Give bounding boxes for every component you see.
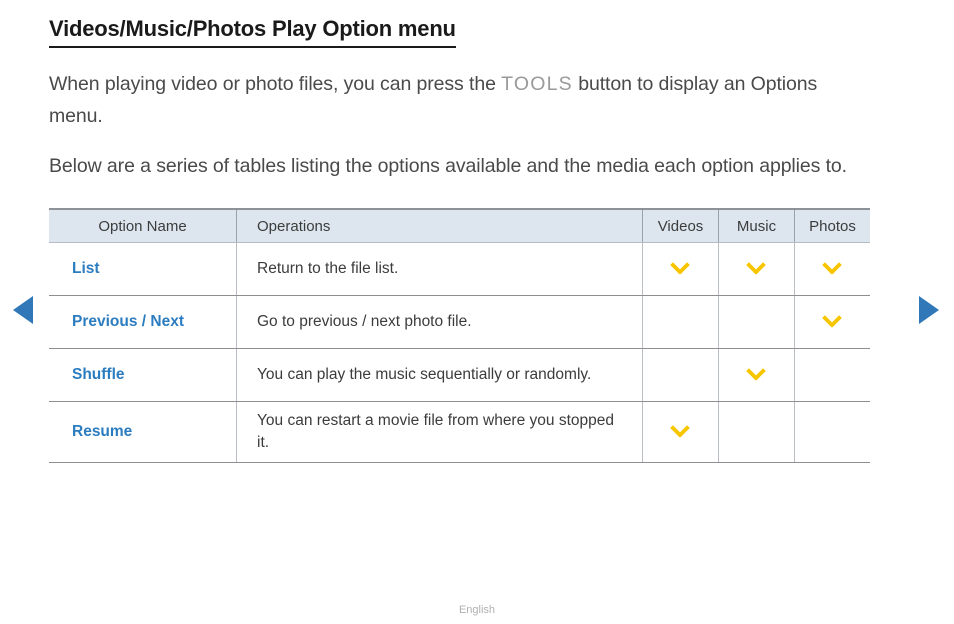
column-header-option-name: Option Name bbox=[49, 208, 237, 243]
no-support-placeholder bbox=[823, 363, 843, 383]
photos-support-cell bbox=[794, 295, 870, 349]
operation-description: Return to the file list. bbox=[236, 242, 643, 296]
music-support-cell bbox=[718, 401, 795, 463]
photos-support-cell bbox=[794, 242, 870, 296]
operation-description: You can restart a movie file from where … bbox=[236, 401, 643, 463]
option-name-resume: Resume bbox=[49, 401, 237, 463]
tables-description-paragraph: Below are a series of tables listing the… bbox=[49, 155, 847, 177]
music-support-cell bbox=[718, 348, 795, 402]
page-title: Videos/Music/Photos Play Option menu bbox=[49, 0, 456, 48]
no-support-placeholder bbox=[671, 310, 691, 330]
videos-support-cell bbox=[642, 295, 719, 349]
photos-support-cell bbox=[794, 401, 870, 463]
table-body: List Return to the file list. Previous /… bbox=[49, 242, 870, 463]
option-name-list: List bbox=[49, 242, 237, 296]
table-row: Resume You can restart a movie file from… bbox=[49, 401, 870, 463]
previous-page-arrow-icon[interactable] bbox=[13, 296, 33, 324]
column-header-music: Music bbox=[718, 208, 795, 243]
operation-description: You can play the music sequentially or r… bbox=[236, 348, 643, 402]
check-chevron-icon bbox=[747, 257, 767, 277]
option-name-shuffle: Shuffle bbox=[49, 348, 237, 402]
photos-support-cell bbox=[794, 348, 870, 402]
table-row: Shuffle You can play the music sequentia… bbox=[49, 348, 870, 402]
music-support-cell bbox=[718, 295, 795, 349]
music-support-cell bbox=[718, 242, 795, 296]
operation-description: Go to previous / next photo file. bbox=[236, 295, 643, 349]
column-header-videos: Videos bbox=[642, 208, 719, 243]
play-options-table: Option Name Operations Videos Music Phot… bbox=[49, 208, 870, 463]
table-row: Previous / Next Go to previous / next ph… bbox=[49, 295, 870, 349]
check-chevron-icon bbox=[823, 310, 843, 330]
option-name-previous-next: Previous / Next bbox=[49, 295, 237, 349]
intro-paragraph-text-before: When playing video or photo files, you c… bbox=[49, 73, 502, 95]
no-support-placeholder bbox=[747, 420, 767, 440]
tools-button-keyword: TOOLS bbox=[501, 73, 573, 95]
check-chevron-icon bbox=[747, 363, 767, 383]
page-content: Videos/Music/Photos Play Option menu Whe… bbox=[49, 0, 874, 463]
footer-language-label: English bbox=[458, 604, 496, 616]
videos-support-cell bbox=[642, 348, 719, 402]
videos-support-cell bbox=[642, 401, 719, 463]
table-header: Option Name Operations Videos Music Phot… bbox=[49, 208, 870, 243]
column-header-photos: Photos bbox=[794, 208, 870, 243]
no-support-placeholder bbox=[747, 310, 767, 330]
videos-support-cell bbox=[642, 242, 719, 296]
table-header-row: Option Name Operations Videos Music Phot… bbox=[49, 208, 870, 243]
intro-paragraph: When playing video or photo files, you c… bbox=[49, 68, 874, 132]
no-support-placeholder bbox=[671, 363, 691, 383]
next-page-arrow-icon[interactable] bbox=[919, 296, 939, 324]
check-chevron-icon bbox=[671, 420, 691, 440]
check-chevron-icon bbox=[823, 257, 843, 277]
no-support-placeholder bbox=[823, 420, 843, 440]
table-row: List Return to the file list. bbox=[49, 242, 870, 296]
check-chevron-icon bbox=[671, 257, 691, 277]
column-header-operations: Operations bbox=[236, 208, 643, 243]
